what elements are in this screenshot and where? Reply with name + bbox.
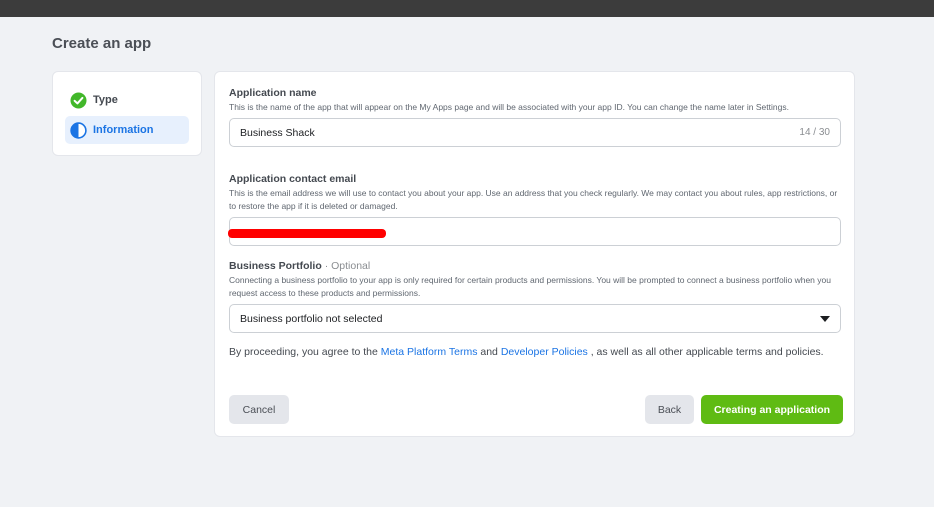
half-circle-icon (70, 121, 87, 139)
step-information-label: Information (93, 124, 154, 136)
create-app-button[interactable]: Creating an application (701, 395, 843, 424)
business-portfolio-title: Business Portfolio · Optional (229, 260, 371, 272)
redaction-mark (228, 229, 386, 238)
terms-text: By proceeding, you agree to the Meta Pla… (229, 346, 824, 358)
back-button[interactable]: Back (645, 395, 694, 424)
business-portfolio-value: Business portfolio not selected (240, 312, 383, 325)
page-title: Create an app (52, 35, 152, 52)
caret-down-icon (820, 315, 830, 322)
contact-email-field: Application contact email This is the em… (228, 173, 841, 246)
cancel-button[interactable]: Cancel (229, 395, 289, 424)
step-information[interactable]: Information (65, 116, 189, 144)
app-info-form: Application name This is the name of the… (214, 71, 855, 437)
app-name-title: Application name (229, 87, 317, 99)
meta-platform-terms-link[interactable]: Meta Platform Terms (381, 346, 478, 358)
steps-panel: Type Information (52, 71, 202, 156)
business-portfolio-description: Connecting a business portfolio to your … (229, 275, 831, 298)
app-name-value: Business Shack (240, 126, 315, 139)
developer-policies-link[interactable]: Developer Policies (501, 346, 588, 358)
contact-email-description: This is the email address we will use to… (229, 188, 838, 211)
contact-email-input[interactable] (228, 217, 841, 246)
check-circle-icon (70, 92, 87, 109)
app-name-field: Application name This is the name of the… (229, 87, 841, 147)
app-name-input[interactable]: Business Shack 14 / 30 (229, 118, 841, 147)
contact-email-title: Application contact email (229, 173, 357, 185)
char-counter: 14 / 30 (799, 127, 830, 138)
optional-label: Optional (331, 260, 371, 272)
business-portfolio-field: Business Portfolio · Optional Connecting… (229, 260, 841, 333)
step-type-label: Type (93, 94, 118, 106)
step-type[interactable]: Type (65, 86, 189, 114)
business-portfolio-select[interactable]: Business portfolio not selected (229, 304, 841, 333)
app-name-description: This is the name of the app that will ap… (229, 102, 789, 112)
top-bar (0, 0, 934, 17)
